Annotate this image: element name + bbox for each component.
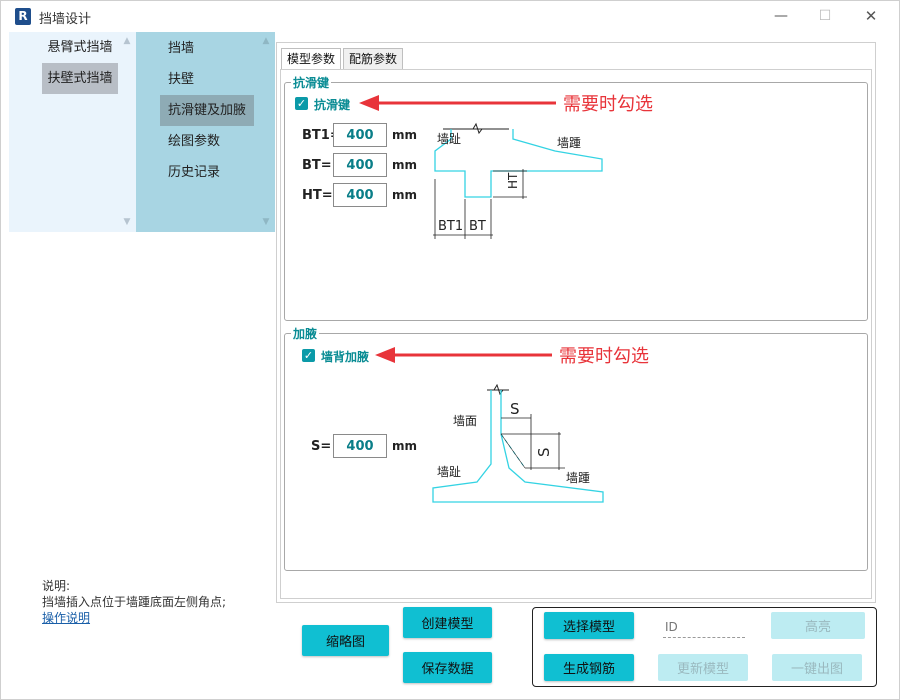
thumbnail-button[interactable]: 缩略图: [302, 625, 389, 656]
haunch-annotation: 需要时勾选: [559, 346, 649, 367]
haunch-diagram: S S 墙面 墙趾 墙踵: [432, 384, 604, 503]
select-model-button[interactable]: 选择模型: [544, 612, 634, 639]
operation-guide-link[interactable]: 操作说明: [42, 611, 90, 625]
shear-key-checkbox-label[interactable]: 抗滑键: [314, 96, 350, 113]
scroll-up-icon[interactable]: ▲: [260, 35, 272, 47]
shear-key-group: 抗滑键 ✓ 抗滑键 需要时勾选 BT1= mm BT= mm HT= mm: [284, 74, 868, 321]
bt1-unit: mm: [392, 128, 418, 142]
shear-key-checkbox[interactable]: ✓: [295, 97, 308, 110]
minimize-button[interactable]: —: [767, 5, 795, 27]
subnav-item-wall[interactable]: 挡墙: [160, 33, 202, 64]
id-input[interactable]: [663, 616, 745, 638]
help-title: 说明:: [42, 579, 71, 593]
dim-s-horizontal-text: S: [510, 400, 520, 418]
dim-s-vertical-text: S: [535, 447, 553, 457]
one-click-output-button[interactable]: 一键出图: [772, 654, 862, 681]
nav-item-counterfort-wall[interactable]: 扶壁式挡墙: [42, 63, 118, 94]
help-text: 挡墙插入点位于墙踵底面左侧角点;: [42, 595, 227, 609]
subnav-item-shear-key-haunch[interactable]: 抗滑键及加腋: [160, 95, 255, 126]
group-title-haunch: 加腋: [291, 325, 320, 342]
haunch-checkbox-label[interactable]: 墙背加腋: [321, 348, 369, 365]
dim-bt1-text: BT1: [438, 219, 463, 234]
generate-rebar-button[interactable]: 生成钢筋: [544, 654, 634, 681]
diagram-heel-label: 墙踵: [566, 471, 590, 485]
bt-label: BT=: [302, 158, 332, 173]
scroll-down-icon[interactable]: ▼: [121, 216, 133, 228]
tab-model-params[interactable]: 模型参数: [281, 48, 341, 71]
diagram-toe-label: 墙趾: [437, 132, 461, 146]
save-data-button[interactable]: 保存数据: [403, 652, 492, 683]
create-model-button[interactable]: 创建模型: [403, 607, 492, 638]
tab-rebar-params[interactable]: 配筋参数: [343, 48, 403, 70]
subnav-item-counterfort[interactable]: 扶壁: [160, 64, 202, 95]
primary-nav: 悬臂式挡墙 扶壁式挡墙 ▲ ▼: [9, 32, 136, 232]
subnav-item-history[interactable]: 历史记录: [160, 157, 228, 188]
haunch-checkbox[interactable]: ✓: [302, 349, 315, 362]
group-title-shear-key: 抗滑键: [291, 74, 332, 91]
diagram-heel-label: 墙踵: [557, 136, 581, 150]
haunch-group: 加腋 ✓ 墙背加腋 需要时勾选 S= mm: [284, 325, 868, 571]
shear-key-diagram: HT BT1 BT 墙趾 墙踵: [433, 122, 603, 239]
diagram-toe-label: 墙趾: [437, 465, 461, 479]
subnav-item-drawing-params[interactable]: 绘图参数: [160, 126, 228, 157]
s-unit: mm: [392, 439, 418, 453]
window-title: 挡墙设计: [39, 12, 92, 27]
dim-bt-text: BT: [469, 219, 486, 234]
close-button[interactable]: ✕: [857, 5, 885, 27]
s-label: S=: [311, 439, 332, 454]
secondary-nav: 挡墙 扶壁 抗滑键及加腋 绘图参数 历史记录 ▲ ▼: [136, 32, 275, 232]
annotation-arrow-icon: [375, 347, 552, 363]
ht-label: HT=: [302, 188, 333, 203]
maximize-button[interactable]: ☐: [811, 5, 839, 27]
bt-unit: mm: [392, 158, 418, 172]
diagram-face-label: 墙面: [453, 414, 477, 428]
highlight-button[interactable]: 高亮: [771, 612, 865, 639]
annotation-arrow-icon: [359, 95, 556, 111]
help-section: 说明: 挡墙插入点位于墙踵底面左侧角点; 操作说明: [42, 578, 226, 626]
scroll-up-icon[interactable]: ▲: [121, 35, 133, 47]
s-input[interactable]: [333, 434, 387, 458]
ht-unit: mm: [392, 188, 418, 202]
revit-logo-icon: R: [15, 8, 31, 25]
main-panel: 模型参数 配筋参数 抗滑键 ✓ 抗滑键 需要时勾选 BT1= mm BT= mm: [276, 42, 876, 603]
update-model-button[interactable]: 更新模型: [658, 654, 748, 681]
scroll-down-icon[interactable]: ▼: [260, 216, 272, 228]
nav-item-cantilever-wall[interactable]: 悬臂式挡墙: [42, 32, 118, 63]
bt1-input[interactable]: [333, 123, 387, 147]
bt-input[interactable]: [333, 153, 387, 177]
dim-ht-text: HT: [506, 172, 520, 189]
app-window: R 挡墙设计 — ☐ ✕ 悬臂式挡墙 扶壁式挡墙 ▲ ▼ 挡墙 扶壁 抗滑键及加…: [0, 0, 900, 700]
shear-key-annotation: 需要时勾选: [563, 94, 653, 115]
tab-content: 抗滑键 ✓ 抗滑键 需要时勾选 BT1= mm BT= mm HT= mm: [280, 69, 872, 599]
title-bar: R 挡墙设计 — ☐ ✕: [1, 1, 899, 32]
ht-input[interactable]: [333, 183, 387, 207]
